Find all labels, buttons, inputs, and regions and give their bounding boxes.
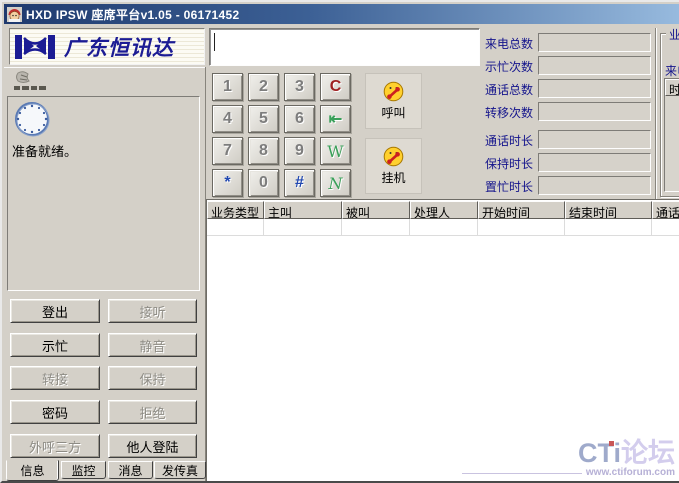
panel-divider <box>655 28 657 200</box>
hangup-button[interactable]: 挂机 <box>365 138 422 194</box>
number-display-input[interactable] <box>209 28 480 66</box>
phone-smiley-icon <box>383 146 404 167</box>
watermark-rule <box>462 473 582 474</box>
window-title: HXD IPSW 座席平台v1.05 - 06171452 <box>26 6 239 23</box>
dialpad-key-7[interactable]: 7 <box>212 137 243 165</box>
app-window: HXD IPSW 座席平台v1.05 - 06171452 广东恒讯达 来电总数… <box>0 0 679 483</box>
call-button[interactable]: 呼叫 <box>365 73 422 129</box>
col-business-type[interactable]: 业务类型 <box>207 201 264 219</box>
dialpad-key-clear[interactable]: C <box>320 73 351 101</box>
dialpad: 1 2 3 C 4 5 6 ⇤ 7 8 9 W * 0 # N <box>212 73 351 197</box>
table-empty-row <box>207 219 679 236</box>
stat-label: 来电总数 <box>485 35 533 52</box>
watermark-brand: CTi论坛 <box>462 440 675 467</box>
brand-name: 广东恒讯达 <box>64 32 174 62</box>
dialpad-key-2[interactable]: 2 <box>248 73 279 101</box>
brand-logo-icon <box>14 33 56 61</box>
stat-label: 置忙时长 <box>485 178 533 195</box>
hold-button[interactable]: 保持 <box>108 366 197 390</box>
outbound-3way-button[interactable]: 外呼三方 <box>10 434 100 458</box>
dialpad-key-4[interactable]: 4 <box>212 105 243 133</box>
table-cell <box>264 219 342 236</box>
dialpad-key-5[interactable]: 5 <box>248 105 279 133</box>
mute-button[interactable]: 静音 <box>108 333 197 357</box>
tab-monitor[interactable]: 监控 <box>61 461 106 479</box>
password-button[interactable]: 密码 <box>10 400 100 424</box>
text-caret <box>214 33 215 51</box>
dialpad-key-0[interactable]: 0 <box>248 169 279 197</box>
tab-message[interactable]: 消息 <box>108 461 153 479</box>
tab-fax[interactable]: 发传真 <box>154 461 206 479</box>
hangup-button-label: 挂机 <box>381 169 405 186</box>
client-area: 业务类型 主叫 被叫 处理人 开始时间 结束时间 通话时长 CTi论坛 www. <box>206 199 679 481</box>
stat-label: 通话总数 <box>485 81 533 98</box>
other-login-button[interactable]: 他人登陆 <box>108 434 197 458</box>
call-table-header: 业务类型 主叫 被叫 处理人 开始时间 结束时间 通话时长 <box>207 201 679 219</box>
status-panel: 准备就绪。 <box>7 96 200 291</box>
dialpad-key-w[interactable]: W <box>320 137 351 165</box>
dialpad-key-n[interactable]: N <box>320 169 351 197</box>
transfer-button[interactable]: 转接 <box>10 366 100 390</box>
stat-label: 通话时长 <box>485 132 533 149</box>
side-group-title: 业务 <box>666 26 679 43</box>
dialpad-key-8[interactable]: 8 <box>248 137 279 165</box>
dialpad-key-backspace[interactable]: ⇤ <box>320 105 351 133</box>
app-icon <box>7 7 22 22</box>
stat-value-field <box>538 176 651 195</box>
clock-icon <box>12 100 52 140</box>
side-list-header[interactable]: 时间 <box>665 79 679 96</box>
stat-value-field <box>538 102 651 121</box>
brand-panel: 广东恒讯达 <box>9 28 205 65</box>
stat-value-field <box>538 79 651 98</box>
watermark-brand-light: 论坛 <box>621 438 675 468</box>
table-cell <box>652 219 679 236</box>
col-handler[interactable]: 处理人 <box>410 201 478 219</box>
stat-label: 示忙次数 <box>485 58 533 75</box>
col-callee[interactable]: 被叫 <box>342 201 410 219</box>
busy-button[interactable]: 示忙 <box>10 333 100 357</box>
dialpad-key-star[interactable]: * <box>212 169 243 197</box>
table-cell <box>410 219 478 236</box>
left-panel: 准备就绪。 登出 接听 示忙 静音 转接 保持 密码 拒绝 外呼三方 他人登陆 … <box>4 67 205 481</box>
table-cell <box>478 219 565 236</box>
answer-button[interactable]: 接听 <box>108 299 197 323</box>
col-start-time[interactable]: 开始时间 <box>478 201 565 219</box>
stat-value-field <box>538 56 651 75</box>
col-caller[interactable]: 主叫 <box>264 201 342 219</box>
dialpad-key-hash[interactable]: # <box>284 169 315 197</box>
watermark-dot <box>609 441 614 446</box>
watermark-url: www.ctiforum.com <box>586 468 675 478</box>
status-message: 准备就绪。 <box>12 141 77 160</box>
stat-label: 转移次数 <box>485 104 533 121</box>
side-group: 业务 来电 时间 <box>660 33 679 197</box>
agent-stamp-icon <box>10 70 56 96</box>
side-label: 来电 <box>665 62 679 79</box>
call-button-label: 呼叫 <box>381 104 405 121</box>
stat-value-field <box>538 33 651 52</box>
table-cell <box>342 219 410 236</box>
dialpad-key-6[interactable]: 6 <box>284 105 315 133</box>
stat-value-field <box>538 130 651 149</box>
watermark: CTi论坛 www.ctiforum.com <box>462 440 675 478</box>
side-list: 时间 <box>664 78 679 192</box>
stat-value-field <box>538 153 651 172</box>
col-end-time[interactable]: 结束时间 <box>565 201 652 219</box>
table-cell <box>207 219 264 236</box>
phone-smiley-icon <box>383 81 404 102</box>
reject-button[interactable]: 拒绝 <box>108 400 197 424</box>
col-duration[interactable]: 通话时长 <box>652 201 679 219</box>
logout-button[interactable]: 登出 <box>10 299 100 323</box>
dialpad-key-9[interactable]: 9 <box>284 137 315 165</box>
main-divider <box>205 67 206 481</box>
tab-info[interactable]: 信息 <box>6 460 59 481</box>
table-cell <box>565 219 652 236</box>
dialpad-key-3[interactable]: 3 <box>284 73 315 101</box>
dialpad-key-1[interactable]: 1 <box>212 73 243 101</box>
titlebar[interactable]: HXD IPSW 座席平台v1.05 - 06171452 <box>4 4 679 24</box>
stat-label: 保持时长 <box>485 155 533 172</box>
watermark-brand-strong: CTi <box>578 438 621 468</box>
